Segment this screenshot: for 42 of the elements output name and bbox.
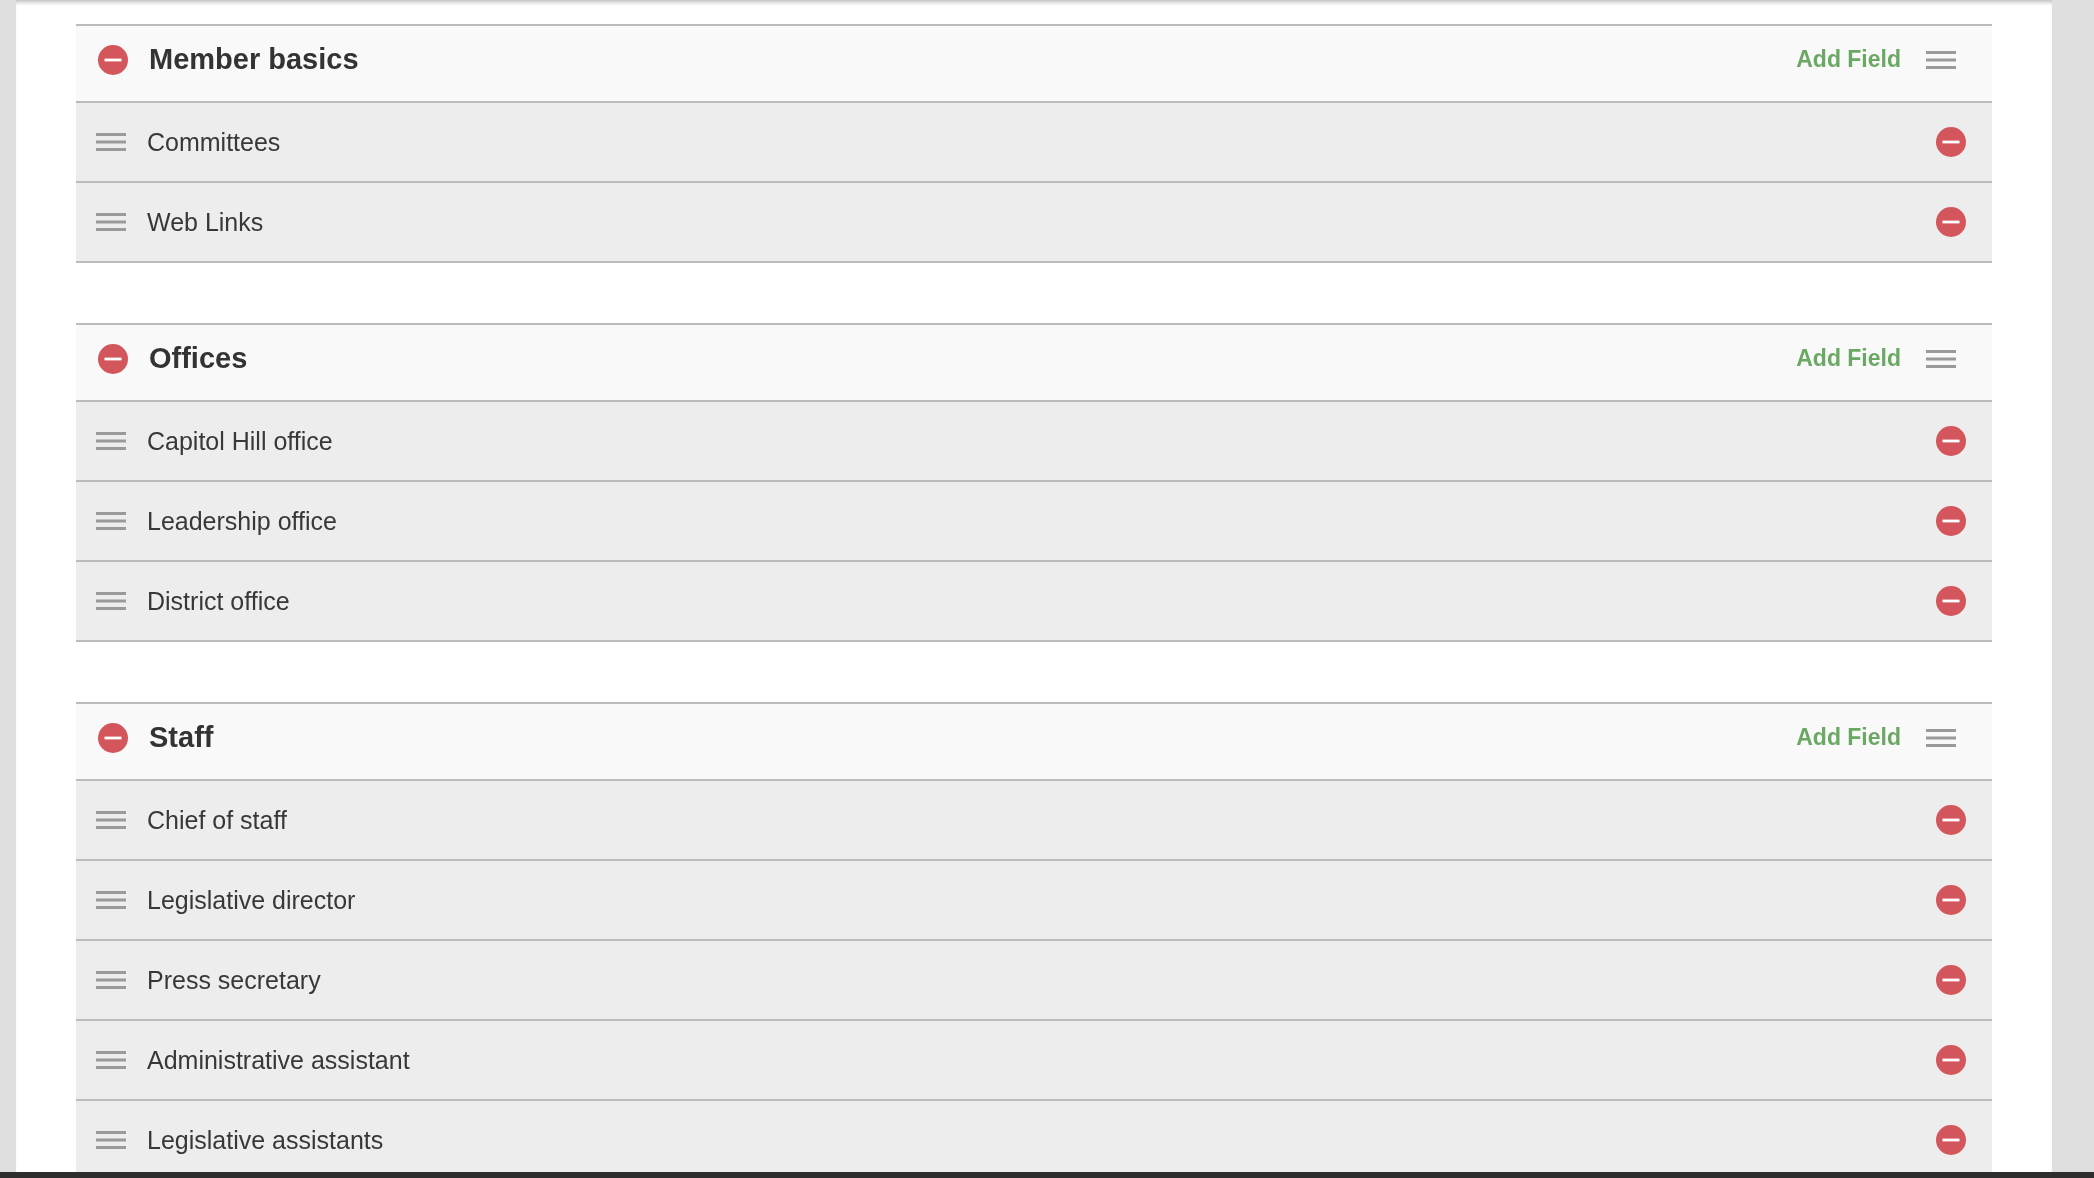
hamburger-icon[interactable] <box>96 811 126 829</box>
field-label: Capitol Hill office <box>147 426 333 456</box>
section-title: Member basics <box>149 42 359 77</box>
field-label: Legislative director <box>147 885 356 915</box>
add-field-link[interactable]: Add Field <box>1796 344 1901 373</box>
minus-circle-icon[interactable] <box>1936 127 1966 157</box>
hamburger-icon[interactable] <box>96 891 126 909</box>
hamburger-icon[interactable] <box>1926 50 1956 69</box>
hamburger-icon[interactable] <box>96 971 126 989</box>
hamburger-icon[interactable] <box>96 213 126 231</box>
hamburger-icon[interactable] <box>96 592 126 610</box>
hamburger-icon[interactable] <box>96 432 126 450</box>
section-title: Offices <box>149 341 248 376</box>
hamburger-icon[interactable] <box>96 1051 126 1069</box>
field-label: Leadership office <box>147 506 337 536</box>
hamburger-icon[interactable] <box>96 1131 126 1149</box>
field-label: Chief of staff <box>147 805 287 835</box>
minus-circle-icon[interactable] <box>1936 1125 1966 1155</box>
minus-circle-icon[interactable] <box>1936 426 1966 456</box>
field-label: Committees <box>147 127 281 157</box>
hamburger-icon[interactable] <box>96 133 126 151</box>
minus-circle-icon[interactable] <box>1936 885 1966 915</box>
hamburger-icon[interactable] <box>1926 349 1956 368</box>
hamburger-icon[interactable] <box>1926 728 1956 747</box>
field-label: District office <box>147 586 290 616</box>
field-label: Press secretary <box>147 965 321 995</box>
field-label: Legislative assistants <box>147 1125 384 1155</box>
hamburger-icon[interactable] <box>96 512 126 530</box>
minus-circle-icon[interactable] <box>1936 1045 1966 1075</box>
add-field-link[interactable]: Add Field <box>1796 45 1901 74</box>
minus-circle-icon[interactable] <box>1936 207 1966 237</box>
minus-circle-icon[interactable] <box>1936 586 1966 616</box>
add-field-link[interactable]: Add Field <box>1796 723 1901 752</box>
minus-circle-icon[interactable] <box>1936 965 1966 995</box>
field-label: Administrative assistant <box>147 1045 410 1075</box>
minus-circle-icon[interactable] <box>1936 506 1966 536</box>
minus-circle-icon[interactable] <box>1936 805 1966 835</box>
minus-circle-icon[interactable] <box>98 722 128 753</box>
section-title: Staff <box>149 720 214 755</box>
field-label: Web Links <box>147 207 264 237</box>
minus-circle-icon[interactable] <box>98 343 128 374</box>
minus-circle-icon[interactable] <box>98 44 128 75</box>
